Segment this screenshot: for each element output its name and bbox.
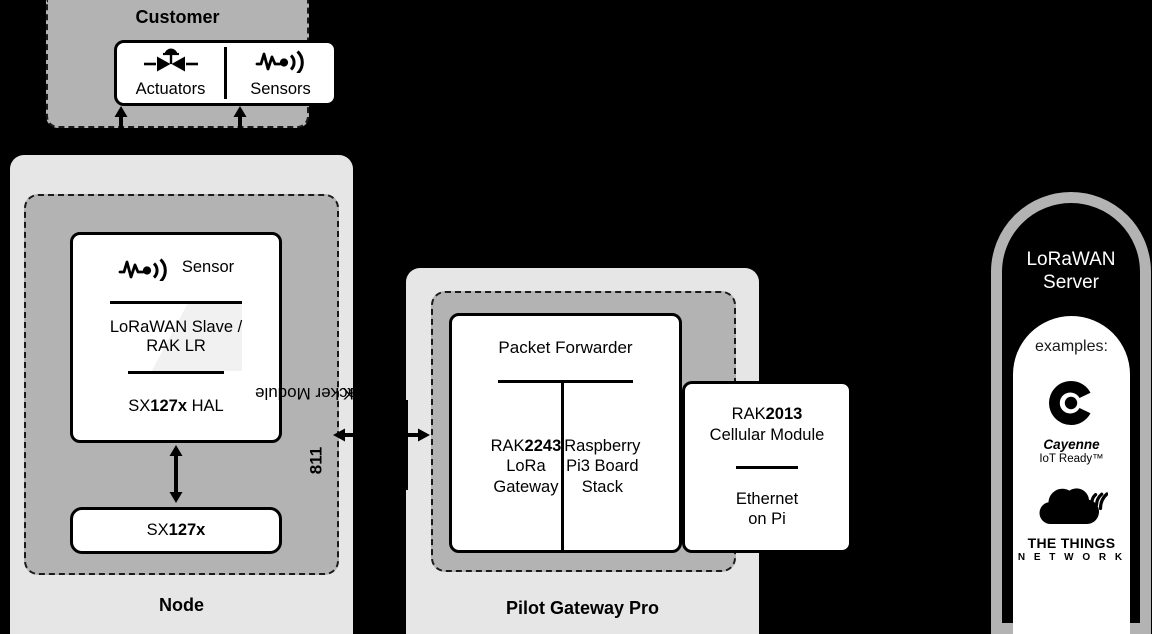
- server-examples-capsule: examples: Cayenne IoT Ready™ THE THINGS …: [1013, 316, 1130, 634]
- things-network-tagline: N E T W O R K: [1017, 552, 1126, 563]
- rak2013-prefix: RAK: [731, 405, 766, 424]
- customer-panel: Customer Actuators Sensors: [46, 0, 337, 128]
- cayenne-tagline: IoT Ready™: [1039, 453, 1104, 465]
- wireless-arrow-right: [408, 426, 430, 444]
- packet-forwarder-label: Packet Forwarder: [498, 338, 633, 358]
- node-label: Node: [159, 595, 204, 615]
- rak2013-bold: 2013: [765, 405, 803, 424]
- rak2243-suffix: LoRa Gateway: [493, 457, 559, 496]
- customer-devices-box: Actuators Sensors: [114, 40, 337, 106]
- actuators-label: Actuators: [135, 80, 206, 99]
- rak811-module-label: RAK 811 LoRa Tracker Module: [255, 232, 418, 554]
- node-sensor-row: Sensor: [118, 235, 234, 301]
- node-radio-prefix: SX: [146, 520, 169, 539]
- packet-forwarder-row: Packet Forwarder: [498, 316, 633, 383]
- gateway-columns: RAK2243 LoRa Gateway Raspberry Pi3 Board…: [491, 383, 640, 550]
- rak811-bold: 811: [306, 446, 325, 475]
- rak2243-column: RAK2243 LoRa Gateway: [491, 383, 562, 550]
- gateway-label: Pilot Gateway Pro: [505, 598, 660, 618]
- sensor-waveform-icon: [118, 255, 170, 282]
- sensors-cell[interactable]: Sensors: [224, 46, 334, 100]
- customer-title: Customer: [135, 7, 220, 27]
- node-hal-bold: 127x: [150, 396, 188, 415]
- rak2013-row: RAK2013 Cellular Module: [710, 384, 825, 466]
- gateway-inner-box: Packet Forwarder RAK2243 LoRa Gateway Ra…: [449, 313, 682, 553]
- node-radio-box: SX127x: [70, 507, 282, 554]
- wireless-arrow-left: [333, 426, 355, 444]
- diagram-canvas: Customer Actuators Sensors Node Sensor L…: [0, 0, 1152, 634]
- node-sensor-label: Sensor: [181, 258, 235, 277]
- node-internal-arrow: [168, 445, 184, 503]
- things-network-name: THE THINGS: [1027, 535, 1116, 551]
- sensor-waveform-icon: [255, 47, 307, 79]
- actuators-cell[interactable]: Actuators: [117, 47, 224, 100]
- rak2243-prefix: RAK: [490, 436, 525, 455]
- cayenne-name: Cayenne: [1043, 437, 1100, 452]
- background-gap: [353, 400, 408, 490]
- node-stack-box: Sensor LoRaWAN Slave / RAK LR SX127x HAL: [70, 232, 282, 443]
- node-lorawan-slave-label: LoRaWAN Slave / RAK LR: [109, 317, 243, 356]
- gateway-connectivity-box: RAK2013 Cellular Module Ethernet on Pi: [682, 381, 852, 553]
- raspberry-pi-suffix: Raspberry Pi3 Board Stack: [564, 436, 641, 496]
- ethernet-suffix: Ethernet on Pi: [735, 489, 799, 529]
- node-lorawan-slave-row: LoRaWAN Slave / RAK LR: [109, 301, 243, 371]
- node-hal-prefix: SX: [128, 396, 151, 415]
- things-network-cloud-icon: [1036, 483, 1108, 532]
- rak2243-bold: 2243: [524, 436, 562, 455]
- node-hal-row: SX127x HAL: [128, 370, 224, 440]
- rak2013-suffix: Cellular Module: [709, 425, 825, 444]
- lorawan-server-title: LoRaWAN Server: [1026, 249, 1116, 294]
- raspberry-pi-column: Raspberry Pi3 Board Stack: [561, 383, 640, 550]
- cayenne-logo-block[interactable]: Cayenne IoT Ready™: [1039, 378, 1104, 465]
- ethernet-row: Ethernet on Pi: [735, 465, 799, 551]
- valve-actuator-icon: [143, 47, 199, 79]
- sensors-label: Sensors: [250, 80, 311, 99]
- examples-label: examples:: [1035, 338, 1108, 355]
- cayenne-c-icon: [1046, 378, 1096, 433]
- things-network-logo-block[interactable]: THE THINGS N E T W O R K: [1018, 483, 1125, 563]
- node-radio-bold: 127x: [168, 520, 206, 539]
